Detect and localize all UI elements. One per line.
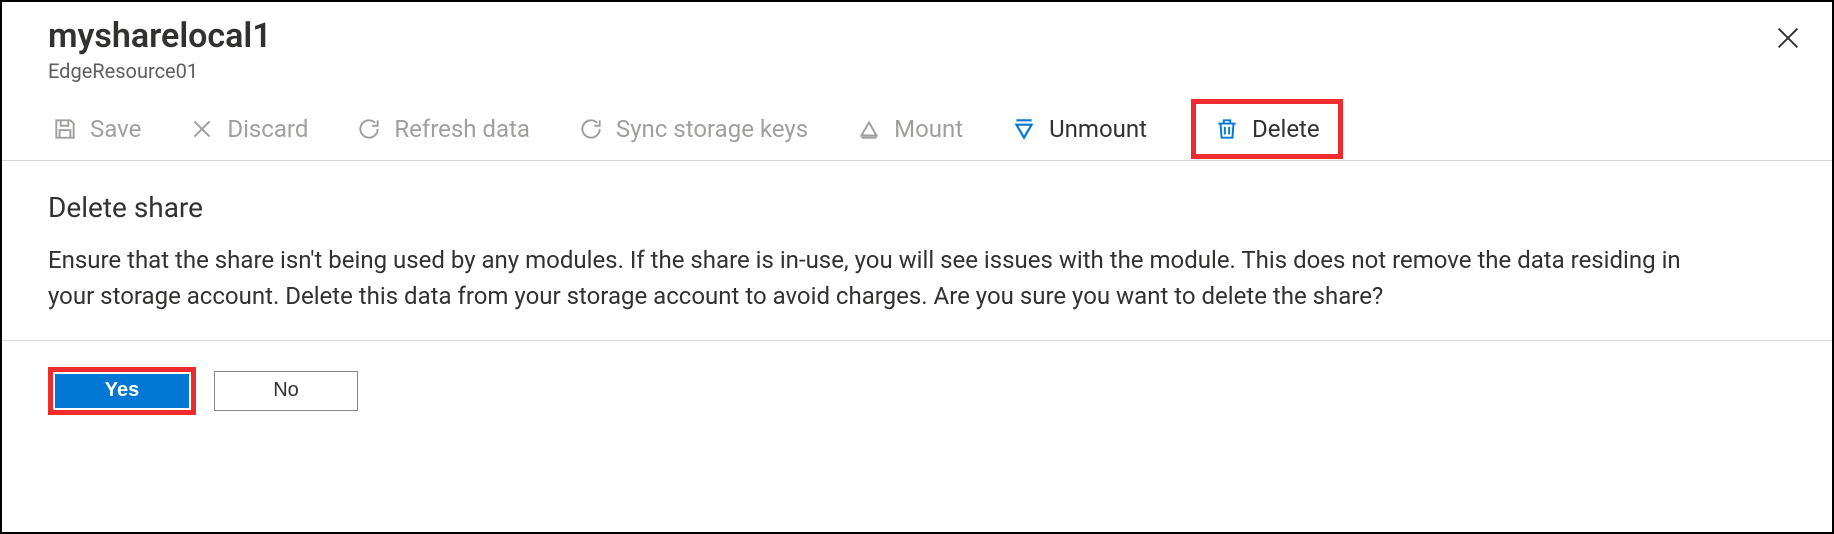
unmount-icon	[1011, 116, 1037, 142]
yes-button[interactable]: Yes	[55, 374, 189, 408]
unmount-button[interactable]: Unmount	[1007, 105, 1151, 153]
unmount-label: Unmount	[1049, 115, 1147, 143]
sync-label: Sync storage keys	[616, 115, 808, 143]
delete-label: Delete	[1252, 115, 1320, 143]
share-title: mysharelocal1	[48, 16, 1786, 57]
sync-icon	[578, 116, 604, 142]
refresh-icon	[356, 116, 382, 142]
delete-button-highlight: Delete	[1191, 99, 1343, 159]
mount-icon	[856, 116, 882, 142]
discard-label: Discard	[227, 115, 308, 143]
dialog-title: Delete share	[48, 191, 1786, 224]
resource-subtitle: EdgeResource01	[48, 59, 1786, 83]
delete-button[interactable]: Delete	[1210, 105, 1324, 153]
refresh-label: Refresh data	[394, 115, 530, 143]
yes-button-highlight: Yes	[48, 367, 196, 415]
close-button[interactable]	[1774, 24, 1802, 52]
discard-button: Discard	[185, 105, 312, 153]
close-icon	[1774, 37, 1802, 56]
save-button: Save	[48, 105, 145, 153]
command-bar: Save Discard Refresh data	[2, 99, 1832, 161]
save-icon	[52, 116, 78, 142]
dialog-body: Ensure that the share isn't being used b…	[48, 242, 1728, 314]
mount-label: Mount	[894, 115, 963, 143]
no-button[interactable]: No	[214, 371, 358, 411]
discard-icon	[189, 116, 215, 142]
panel-header: mysharelocal1 EdgeResource01	[2, 2, 1832, 91]
dialog-footer: Yes No	[2, 341, 1832, 441]
delete-icon	[1214, 116, 1240, 142]
dialog-content: Delete share Ensure that the share isn't…	[2, 161, 1832, 341]
refresh-button: Refresh data	[352, 105, 534, 153]
sync-button: Sync storage keys	[574, 105, 812, 153]
save-label: Save	[90, 115, 141, 143]
mount-button: Mount	[852, 105, 967, 153]
share-delete-panel: mysharelocal1 EdgeResource01 Save	[0, 0, 1834, 534]
